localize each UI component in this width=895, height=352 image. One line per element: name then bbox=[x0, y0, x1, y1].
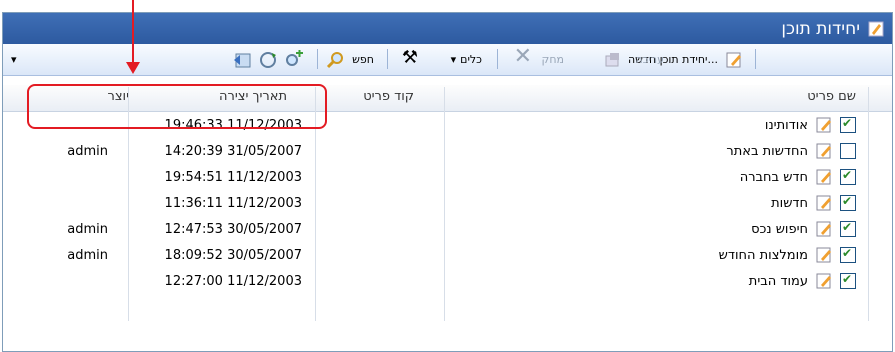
chevron-down-icon[interactable]: ▾ bbox=[11, 49, 17, 69]
add-search-icon[interactable] bbox=[284, 50, 304, 70]
new-item-icon bbox=[726, 52, 741, 68]
tools-icon: ⚒ bbox=[401, 46, 418, 68]
search-icon bbox=[326, 52, 343, 69]
row-name[interactable]: אודותינו bbox=[765, 118, 808, 133]
table-row[interactable]: החדשות באתר 14:20:39 31/05/2007 admin bbox=[3, 139, 892, 165]
refresh-icon[interactable] bbox=[258, 50, 278, 70]
title-bar: יחידות תוכן bbox=[3, 13, 892, 44]
search-label: חפש bbox=[352, 52, 374, 66]
row-creator: admin bbox=[67, 222, 108, 237]
row-checkbox[interactable] bbox=[840, 194, 856, 211]
row-checkbox[interactable] bbox=[840, 168, 856, 185]
col-name-header[interactable]: שם פריט bbox=[807, 89, 856, 104]
edit-icon bbox=[605, 53, 619, 67]
tools-label: כלים bbox=[460, 52, 482, 66]
row-name[interactable]: החדשות באתר bbox=[726, 144, 808, 159]
row-created-date: 19:54:51 11/12/2003 bbox=[164, 170, 302, 185]
highlight-box bbox=[27, 84, 327, 129]
row-checkbox[interactable] bbox=[840, 272, 856, 289]
search-button[interactable]: חפש bbox=[352, 49, 374, 69]
row-name[interactable]: עמוד הבית bbox=[749, 274, 808, 289]
edit-icon[interactable] bbox=[816, 246, 834, 264]
row-name[interactable]: מומלצות החודש bbox=[719, 248, 808, 263]
edit-icon[interactable] bbox=[816, 168, 834, 186]
edit-icon[interactable] bbox=[816, 272, 834, 290]
edit-icon[interactable] bbox=[816, 116, 834, 134]
edit-icon[interactable] bbox=[816, 220, 834, 238]
row-creator: admin bbox=[67, 144, 108, 159]
delete-x-icon: ✕ bbox=[513, 43, 532, 69]
edit-pencil-icon bbox=[868, 21, 884, 37]
table-row[interactable]: חדש בחברה 19:54:51 11/12/2003 bbox=[3, 165, 892, 191]
row-creator: admin bbox=[67, 248, 108, 263]
table-row[interactable]: מומלצות החודש 18:09:52 30/05/2007 admin bbox=[3, 243, 892, 269]
delete-label: מחק bbox=[541, 52, 564, 66]
row-checkbox[interactable] bbox=[840, 246, 856, 263]
edit-label: עריכה bbox=[635, 52, 664, 66]
row-created-date: 18:09:52 30/05/2007 bbox=[164, 248, 302, 263]
row-created-date: 14:20:39 31/05/2007 bbox=[164, 144, 302, 159]
row-created-date: 11:36:11 11/12/2003 bbox=[164, 196, 302, 211]
row-checkbox[interactable] bbox=[840, 116, 856, 133]
table-row[interactable]: חדשות 11:36:11 11/12/2003 bbox=[3, 191, 892, 217]
back-icon[interactable] bbox=[232, 50, 252, 70]
tools-button[interactable]: ▾ כלים bbox=[451, 49, 482, 69]
window-title: יחידות תוכן bbox=[781, 19, 860, 39]
table-row[interactable]: חיפוש נכס 12:47:53 30/05/2007 admin bbox=[3, 217, 892, 243]
col-code-header[interactable]: קוד פריט bbox=[363, 89, 414, 104]
arrow-line bbox=[132, 0, 134, 64]
row-created-date: 12:47:53 30/05/2007 bbox=[164, 222, 302, 237]
edit-icon[interactable] bbox=[816, 194, 834, 212]
row-checkbox[interactable] bbox=[840, 143, 856, 159]
edit-icon[interactable] bbox=[816, 142, 834, 160]
row-created-date: 12:27:00 11/12/2003 bbox=[164, 274, 302, 289]
row-name[interactable]: חדשות bbox=[771, 196, 808, 211]
row-name[interactable]: חדש בחברה bbox=[740, 170, 808, 185]
delete-button[interactable]: מחק bbox=[542, 49, 564, 69]
edit-button[interactable]: עריכה bbox=[635, 49, 664, 69]
table-row[interactable]: עמוד הבית 12:27:00 11/12/2003 bbox=[3, 269, 892, 295]
row-name[interactable]: חיפוש נכס bbox=[751, 222, 808, 237]
arrow-head bbox=[126, 62, 140, 74]
row-checkbox[interactable] bbox=[840, 220, 856, 237]
